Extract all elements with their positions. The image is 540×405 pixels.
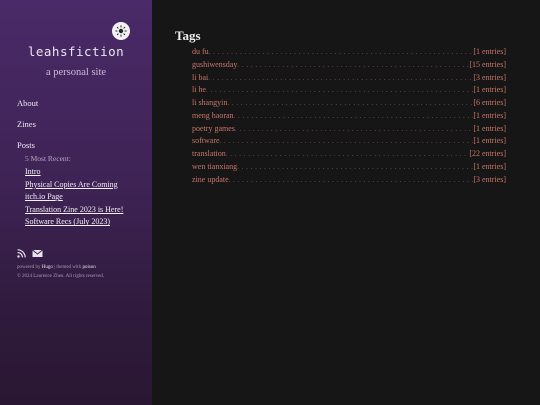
dot-leader	[234, 112, 474, 120]
tag-count: [15 entries]	[469, 59, 506, 69]
tag-link[interactable]: du fu	[192, 47, 209, 56]
tag-link[interactable]: li he	[192, 85, 206, 94]
tag-row: meng haoran [1 entries]	[192, 111, 506, 124]
tag-count: [1 entries]	[473, 85, 506, 95]
poison-link[interactable]: poison	[82, 265, 95, 270]
tag-link[interactable]: poetry games	[192, 124, 235, 133]
page-title: Tags	[175, 28, 201, 43]
tag-count: [3 entries]	[473, 72, 506, 82]
rss-icon[interactable]	[17, 245, 26, 263]
tag-count: [6 entries]	[473, 98, 506, 107]
theme-toggle-sun-icon[interactable]	[112, 22, 130, 40]
tag-count: [1 entries]	[473, 136, 506, 146]
nav-zines[interactable]: Zines	[17, 119, 36, 130]
recent-post-link[interactable]: Software Recs (July 2023)	[25, 216, 123, 229]
tag-count: [22 entries]	[469, 149, 506, 158]
tag-link[interactable]: zine update	[192, 175, 229, 184]
tag-link[interactable]: wen tianxiang	[192, 162, 237, 171]
tag-list: du fu [1 entries] gushiwensday [15 entri…	[192, 47, 506, 187]
footer-themed-with: | themed with	[54, 265, 82, 270]
email-icon[interactable]	[32, 245, 43, 263]
social-links	[17, 245, 43, 263]
recent-post-link[interactable]: Translation Zine 2023 is Here!	[25, 204, 123, 217]
tag-count: [1 entries]	[473, 47, 506, 56]
dot-leader	[237, 163, 473, 171]
tag-row: li bai [3 entries]	[192, 73, 506, 86]
tag-count: [1 entries]	[473, 110, 506, 120]
tag-link[interactable]: gushiwensday	[192, 60, 237, 69]
footer-powered-by: powered by	[17, 265, 41, 270]
tag-row: du fu [1 entries]	[192, 47, 506, 60]
dot-leader	[209, 48, 474, 56]
dot-leader	[235, 125, 473, 133]
copyright: © 2024 Laurence Zhen. All rights reserve…	[17, 274, 105, 279]
hugo-link[interactable]: Hugo	[42, 265, 53, 270]
tag-link[interactable]: li shangyin	[192, 98, 227, 107]
sidebar: leahsfiction a personal site About Zines…	[0, 0, 152, 405]
tag-link[interactable]: translation	[192, 149, 226, 158]
tag-row: li he [1 entries]	[192, 85, 506, 98]
tag-link[interactable]: software	[192, 136, 220, 145]
nav-about[interactable]: About	[17, 98, 38, 109]
tag-row: wen tianxiang [1 entries]	[192, 162, 506, 175]
dot-leader	[229, 176, 474, 184]
tag-count: [1 entries]	[473, 161, 506, 171]
tag-link[interactable]: meng haoran	[192, 111, 234, 120]
tag-row: gushiwensday [15 entries]	[192, 60, 506, 73]
dot-leader	[237, 61, 469, 69]
recent-post-link[interactable]: itch.io Page	[25, 191, 123, 204]
sidebar-footer: powered by Hugo | themed with poison © 2…	[17, 263, 104, 281]
tag-count: [3 entries]	[473, 174, 506, 184]
dot-leader	[220, 137, 474, 145]
tag-link[interactable]: li bai	[192, 73, 208, 82]
recent-post-link[interactable]: Physical Copies Are Coming	[25, 179, 123, 192]
dot-leader	[208, 74, 473, 82]
recent-posts-label: 5 Most Recent:	[25, 154, 71, 163]
tag-row: translation [22 entries]	[192, 149, 506, 162]
site-subtitle: a personal site	[45, 67, 107, 78]
tag-count: [1 entries]	[473, 123, 506, 133]
tag-row: zine update [3 entries]	[192, 175, 506, 188]
site-title[interactable]: leahsfiction	[0, 44, 152, 59]
dot-leader	[206, 86, 473, 94]
tag-row: poetry games [1 entries]	[192, 124, 506, 137]
recent-posts-list: Intro Physical Copies Are Coming itch.io…	[25, 166, 123, 229]
dot-leader	[226, 150, 470, 158]
nav-posts[interactable]: Posts	[17, 140, 35, 151]
dot-leader	[227, 99, 473, 107]
tag-row: software [1 entries]	[192, 136, 506, 149]
recent-post-link[interactable]: Intro	[25, 166, 123, 179]
tag-row: li shangyin [6 entries]	[192, 98, 506, 111]
